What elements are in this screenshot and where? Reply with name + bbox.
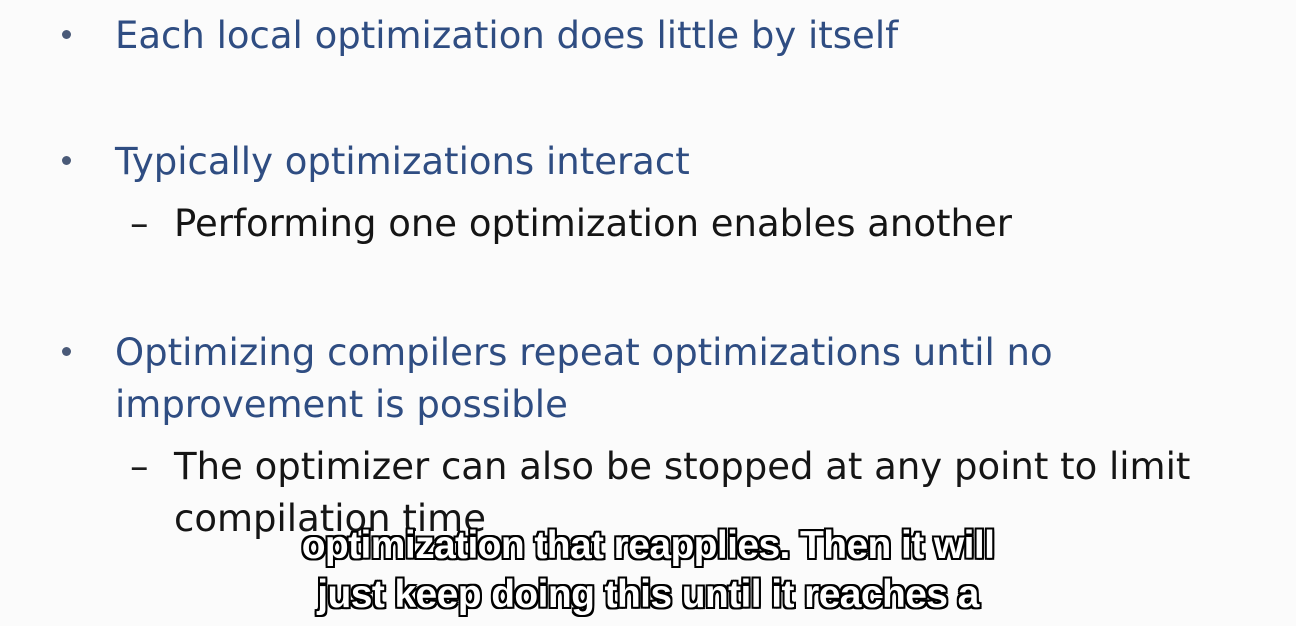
bullet-text: Typically optimizations interact: [115, 140, 690, 183]
bullet-item-3: Optimizing compilers repeat optimization…: [62, 327, 1053, 431]
bullet-item-1: Each local optimization does little by i…: [62, 10, 898, 62]
bullet-item-2: Typically optimizations interact: [62, 136, 690, 188]
lecture-slide: Each local optimization does little by i…: [0, 0, 1296, 626]
caption-line-1: optimization that reapplies. Then it wil…: [301, 524, 995, 567]
bullet-text-line-1: Optimizing compilers repeat optimization…: [115, 331, 1053, 374]
sub-bullet-text-line-1: The optimizer can also be stopped at any…: [174, 445, 1191, 488]
dash-icon: –: [130, 202, 149, 245]
bullet-text-line-2: improvement is possible: [115, 383, 568, 426]
bullet-text: Each local optimization does little by i…: [115, 14, 899, 57]
bullet-dot-icon: [62, 30, 71, 39]
dash-icon: –: [130, 445, 149, 488]
bullet-dot-icon: [62, 347, 71, 356]
sub-bullet-item: – Performing one optimization enables an…: [130, 198, 1012, 250]
sub-bullet-text: Performing one optimization enables anot…: [174, 202, 1012, 245]
caption-line-2: just keep doing this until it reaches a: [317, 573, 979, 616]
bullet-dot-icon: [62, 156, 71, 165]
